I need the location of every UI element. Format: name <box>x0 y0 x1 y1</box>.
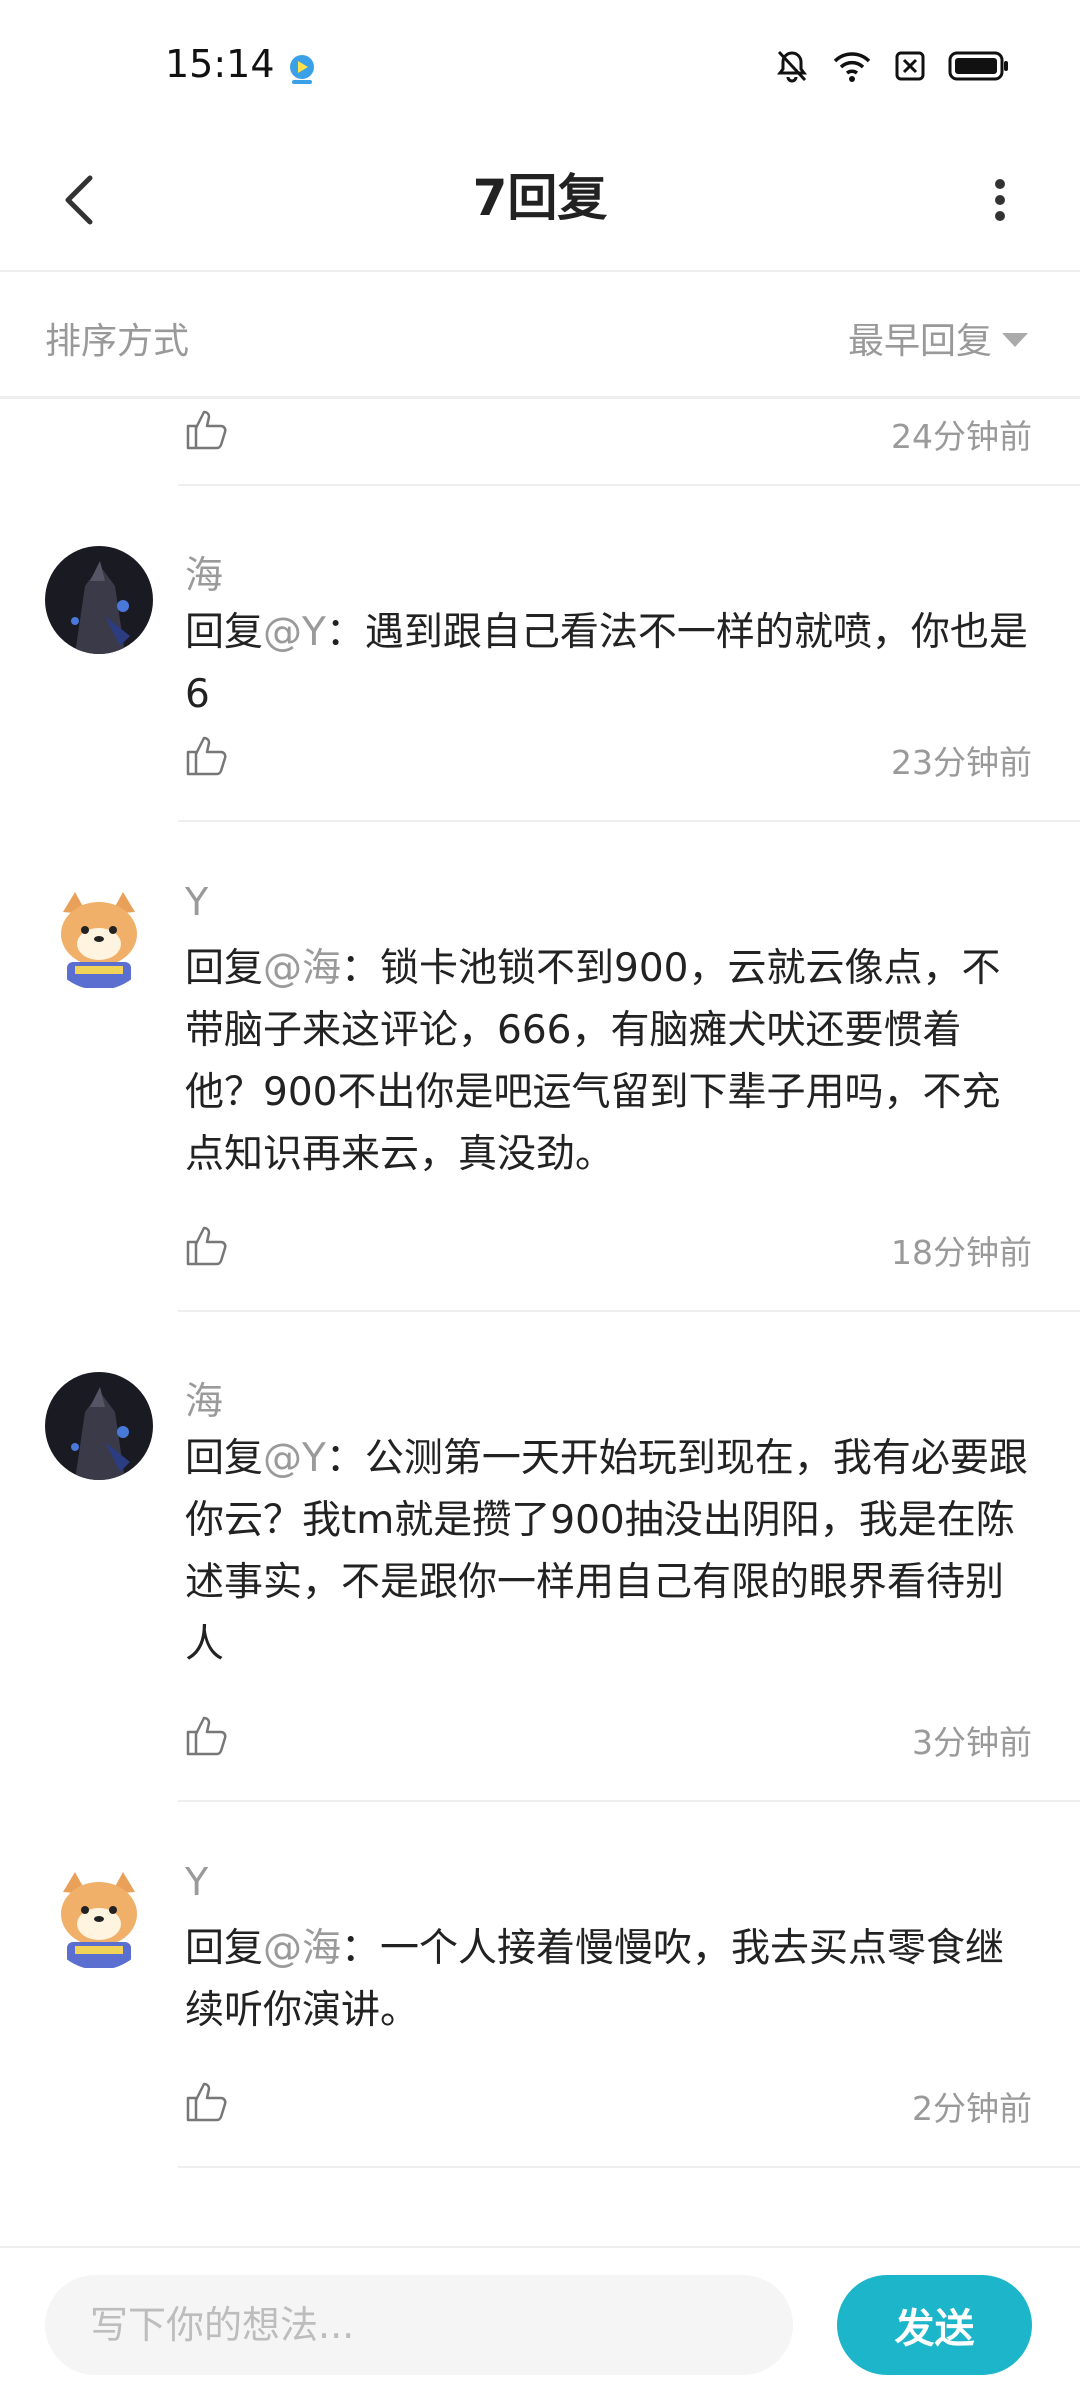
comment-body: 回复@Y：公测第一天开始玩到现在，我有必要跟你云？我tm就是攒了900抽没出阴阳… <box>185 1428 1030 1676</box>
like-icon[interactable] <box>184 1712 232 1760</box>
sort-order-dropdown[interactable]: 最早回复 <box>848 312 1028 364</box>
reply-input[interactable] <box>45 2275 793 2375</box>
like-icon[interactable] <box>184 732 232 780</box>
divider <box>178 1800 1080 1802</box>
sort-selected-value: 最早回复 <box>847 321 992 362</box>
reply-prefix: 回复 <box>185 1926 264 1971</box>
comment-meta-row: 23分钟前 <box>180 732 1032 792</box>
reply-prefix: 回复 <box>185 610 264 655</box>
comment-meta-row: 2分钟前 <box>180 2078 1032 2138</box>
sort-label: 排序方式 <box>45 321 190 362</box>
reply-prefix: 回复 <box>185 946 264 991</box>
like-icon[interactable] <box>184 2078 232 2126</box>
reply-mention[interactable]: @海 <box>263 1926 341 1971</box>
app-badge-icon <box>285 52 319 86</box>
comment-time: 3分钟前 <box>912 1723 1032 1762</box>
reply-composer: 发送 <box>0 2246 1080 2400</box>
wifi-icon <box>832 49 872 87</box>
avatar[interactable] <box>45 546 153 654</box>
sim-icon <box>894 50 926 86</box>
avatar[interactable] <box>45 1862 153 1970</box>
comment-username[interactable]: Y <box>185 880 208 924</box>
reply-mention[interactable]: @Y <box>263 1436 326 1481</box>
comment-username[interactable]: 海 <box>185 1370 223 1425</box>
status-icons <box>774 48 1010 88</box>
caret-down-icon <box>1002 333 1028 347</box>
comment-username[interactable]: Y <box>185 1860 208 1904</box>
divider <box>178 484 1080 486</box>
comment-meta-row: 18分钟前 <box>180 1222 1032 1282</box>
comment-time: 23分钟前 <box>891 743 1032 782</box>
sort-bar: 排序方式 最早回复 <box>0 272 1080 399</box>
comment-meta-row: 3分钟前 <box>180 1712 1032 1772</box>
comment-body: 回复@海：一个人接着慢慢吹，我去买点零食继续听你演讲。 <box>185 1918 1030 2042</box>
comment-time: 2分钟前 <box>912 2089 1032 2128</box>
reply-mention[interactable]: @Y <box>263 610 326 655</box>
like-icon[interactable] <box>184 406 232 454</box>
vertical-dots-icon <box>995 179 1005 221</box>
reply-prefix: 回复 <box>185 1436 264 1481</box>
reply-mention[interactable]: @海 <box>263 946 341 991</box>
reply-list[interactable]: 24分钟前 海 回复@Y：遇到跟自己看法不一样的就喷，你也是6 23分钟前 Y … <box>0 396 1080 2246</box>
comment-time: 24分钟前 <box>891 417 1032 456</box>
like-icon[interactable] <box>184 1222 232 1270</box>
divider <box>178 1310 1080 1312</box>
divider <box>178 2166 1080 2168</box>
comment-body: 回复@Y：遇到跟自己看法不一样的就喷，你也是6 <box>185 602 1030 726</box>
status-time: 15:14 <box>165 42 275 86</box>
comment-time: 18分钟前 <box>891 1233 1032 1272</box>
comment-username[interactable]: 海 <box>185 544 223 599</box>
mute-icon <box>774 48 810 88</box>
status-bar: 15:14 <box>0 0 1080 130</box>
more-options-button[interactable] <box>960 160 1040 240</box>
avatar[interactable] <box>45 1372 153 1480</box>
comment-replies-screen: 15:14 7回复 排序方式 最早回复 24分钟前 海 回复@Y：遇到跟自己看法… <box>0 0 1080 2400</box>
page-title: 7回复 <box>472 169 608 227</box>
send-button[interactable]: 发送 <box>837 2275 1032 2375</box>
comment-body: 回复@海：锁卡池锁不到900，云就云像点，不带脑子来这评论，666，有脑瘫犬吠还… <box>185 938 1030 1186</box>
divider <box>178 820 1080 822</box>
avatar[interactable] <box>45 882 153 990</box>
comment-meta-row: 24分钟前 <box>180 406 1032 466</box>
battery-icon <box>948 50 1010 86</box>
page-header: 7回复 <box>0 130 1080 272</box>
